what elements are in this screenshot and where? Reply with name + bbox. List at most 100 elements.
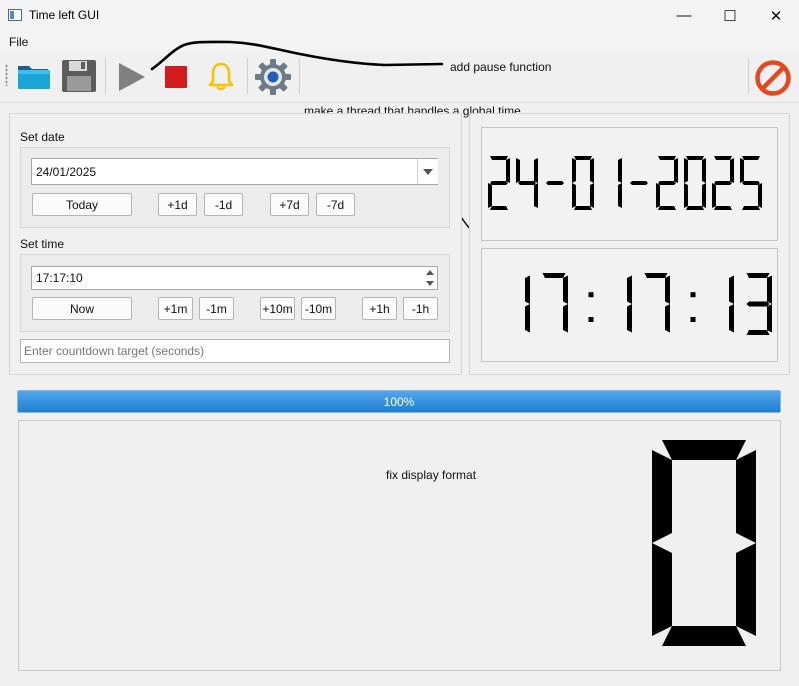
app-icon bbox=[8, 9, 22, 21]
lcd-segment bbox=[736, 543, 756, 636]
lcd-segment bbox=[574, 206, 592, 210]
play-icon[interactable] bbox=[116, 61, 148, 93]
cancel-icon[interactable] bbox=[754, 59, 792, 97]
lcd-segment bbox=[563, 275, 568, 304]
plus-10m-button[interactable]: +10m bbox=[260, 297, 295, 320]
stop-icon[interactable] bbox=[165, 66, 187, 88]
lcd-segment bbox=[684, 158, 688, 183]
window-title: Time left GUI bbox=[29, 8, 100, 22]
toolbar-grip[interactable] bbox=[5, 64, 8, 86]
lcd-segment bbox=[534, 183, 538, 208]
close-button[interactable]: ✕ bbox=[753, 0, 799, 31]
lcd-colon-dot bbox=[690, 317, 696, 322]
time-field-value: 17:17:10 bbox=[36, 271, 83, 285]
lcd-segment bbox=[658, 206, 676, 210]
lcd-segment bbox=[746, 301, 770, 307]
time-spinner[interactable] bbox=[423, 267, 437, 289]
lcd-segment bbox=[729, 304, 734, 333]
lcd-segment bbox=[742, 206, 760, 210]
lcd-segment bbox=[714, 156, 732, 160]
lcd-segment bbox=[729, 275, 734, 304]
bell-icon[interactable] bbox=[206, 60, 236, 92]
annotation-format: fix display format bbox=[386, 468, 477, 482]
lcd-segment bbox=[525, 304, 530, 333]
toolbar-separator bbox=[748, 58, 749, 94]
lcd-segment bbox=[627, 304, 632, 333]
lcd-segment bbox=[746, 330, 770, 335]
lcd-colon-dot bbox=[588, 317, 594, 322]
lcd-segment bbox=[665, 275, 670, 304]
lcd-segment bbox=[658, 181, 676, 185]
lcd-segment bbox=[658, 156, 676, 160]
plus-1d-button[interactable]: +1d bbox=[158, 193, 197, 216]
lcd-segment bbox=[490, 206, 508, 210]
lcd-segment bbox=[736, 450, 756, 543]
save-icon[interactable] bbox=[61, 59, 97, 93]
gear-icon[interactable] bbox=[254, 58, 292, 96]
minus-1d-button[interactable]: -1d bbox=[204, 193, 243, 216]
lcd-segment bbox=[534, 158, 538, 183]
lcd-segment bbox=[656, 183, 660, 208]
plus-1m-button[interactable]: +1m bbox=[158, 297, 193, 320]
time-field[interactable]: 17:17:10 bbox=[31, 266, 438, 290]
lcd-segment bbox=[618, 158, 622, 183]
lcd-segment bbox=[767, 275, 772, 304]
lcd-segment bbox=[490, 181, 508, 185]
date-field-value: 24/01/2025 bbox=[36, 164, 97, 179]
lcd-segment bbox=[525, 275, 530, 304]
lcd-segment bbox=[652, 450, 672, 543]
lcd-segment bbox=[516, 158, 520, 183]
folder-open-icon[interactable] bbox=[16, 60, 52, 92]
today-button[interactable]: Today bbox=[32, 193, 132, 216]
lcd-segment bbox=[652, 543, 672, 636]
lcd-segment bbox=[674, 158, 678, 183]
toolbar-separator bbox=[105, 58, 106, 94]
lcd-segment bbox=[618, 183, 622, 208]
progress-text: 100% bbox=[383, 394, 415, 409]
lcd-segment bbox=[714, 181, 732, 185]
toolbar-separator bbox=[247, 58, 248, 94]
lcd-segment bbox=[644, 273, 668, 278]
minimize-button[interactable]: — bbox=[661, 0, 707, 31]
menu-file[interactable]: File bbox=[9, 35, 28, 49]
lcd-segment bbox=[574, 156, 592, 160]
lcd-segment bbox=[590, 158, 594, 183]
annotation-pause: add pause function bbox=[450, 60, 552, 74]
lcd-colon-dot bbox=[588, 292, 594, 298]
date-dropdown-button[interactable] bbox=[417, 159, 438, 184]
lcd-segment bbox=[572, 158, 576, 183]
lcd-segment bbox=[742, 156, 760, 160]
chevron-down-icon[interactable] bbox=[426, 281, 434, 286]
lcd-colon-dot bbox=[690, 292, 696, 298]
time-lcd-display bbox=[525, 273, 772, 335]
chevron-down-icon bbox=[423, 168, 433, 175]
lcd-segment bbox=[506, 158, 510, 183]
lcd-segment bbox=[740, 158, 744, 183]
countdown-lcd-display bbox=[652, 440, 756, 646]
minus-7d-button[interactable]: -7d bbox=[316, 193, 355, 216]
maximize-button[interactable]: ☐ bbox=[707, 0, 753, 31]
lcd-segment bbox=[590, 183, 594, 208]
minus-1h-button[interactable]: -1h bbox=[403, 297, 438, 320]
lcd-segment bbox=[665, 304, 670, 333]
set-time-label: Set time bbox=[20, 237, 65, 251]
lcd-segment bbox=[488, 183, 492, 208]
plus-1h-button[interactable]: +1h bbox=[362, 297, 397, 320]
now-button[interactable]: Now bbox=[32, 297, 132, 320]
lcd-segment bbox=[490, 156, 508, 160]
lcd-segment bbox=[746, 273, 770, 278]
plus-7d-button[interactable]: +7d bbox=[270, 193, 309, 216]
date-field[interactable]: 24/01/2025 bbox=[31, 158, 438, 185]
lcd-segment bbox=[730, 158, 734, 183]
lcd-segment bbox=[572, 183, 576, 208]
lcd-segment bbox=[630, 181, 648, 185]
minus-10m-button[interactable]: -10m bbox=[301, 297, 336, 320]
minus-1m-button[interactable]: -1m bbox=[199, 297, 234, 320]
lcd-segment bbox=[742, 181, 760, 185]
lcd-segment bbox=[518, 181, 536, 185]
lcd-segment bbox=[686, 206, 704, 210]
lcd-segment bbox=[714, 206, 732, 210]
countdown-input[interactable] bbox=[20, 339, 450, 363]
lcd-segment bbox=[767, 304, 772, 333]
chevron-up-icon[interactable] bbox=[426, 270, 434, 275]
